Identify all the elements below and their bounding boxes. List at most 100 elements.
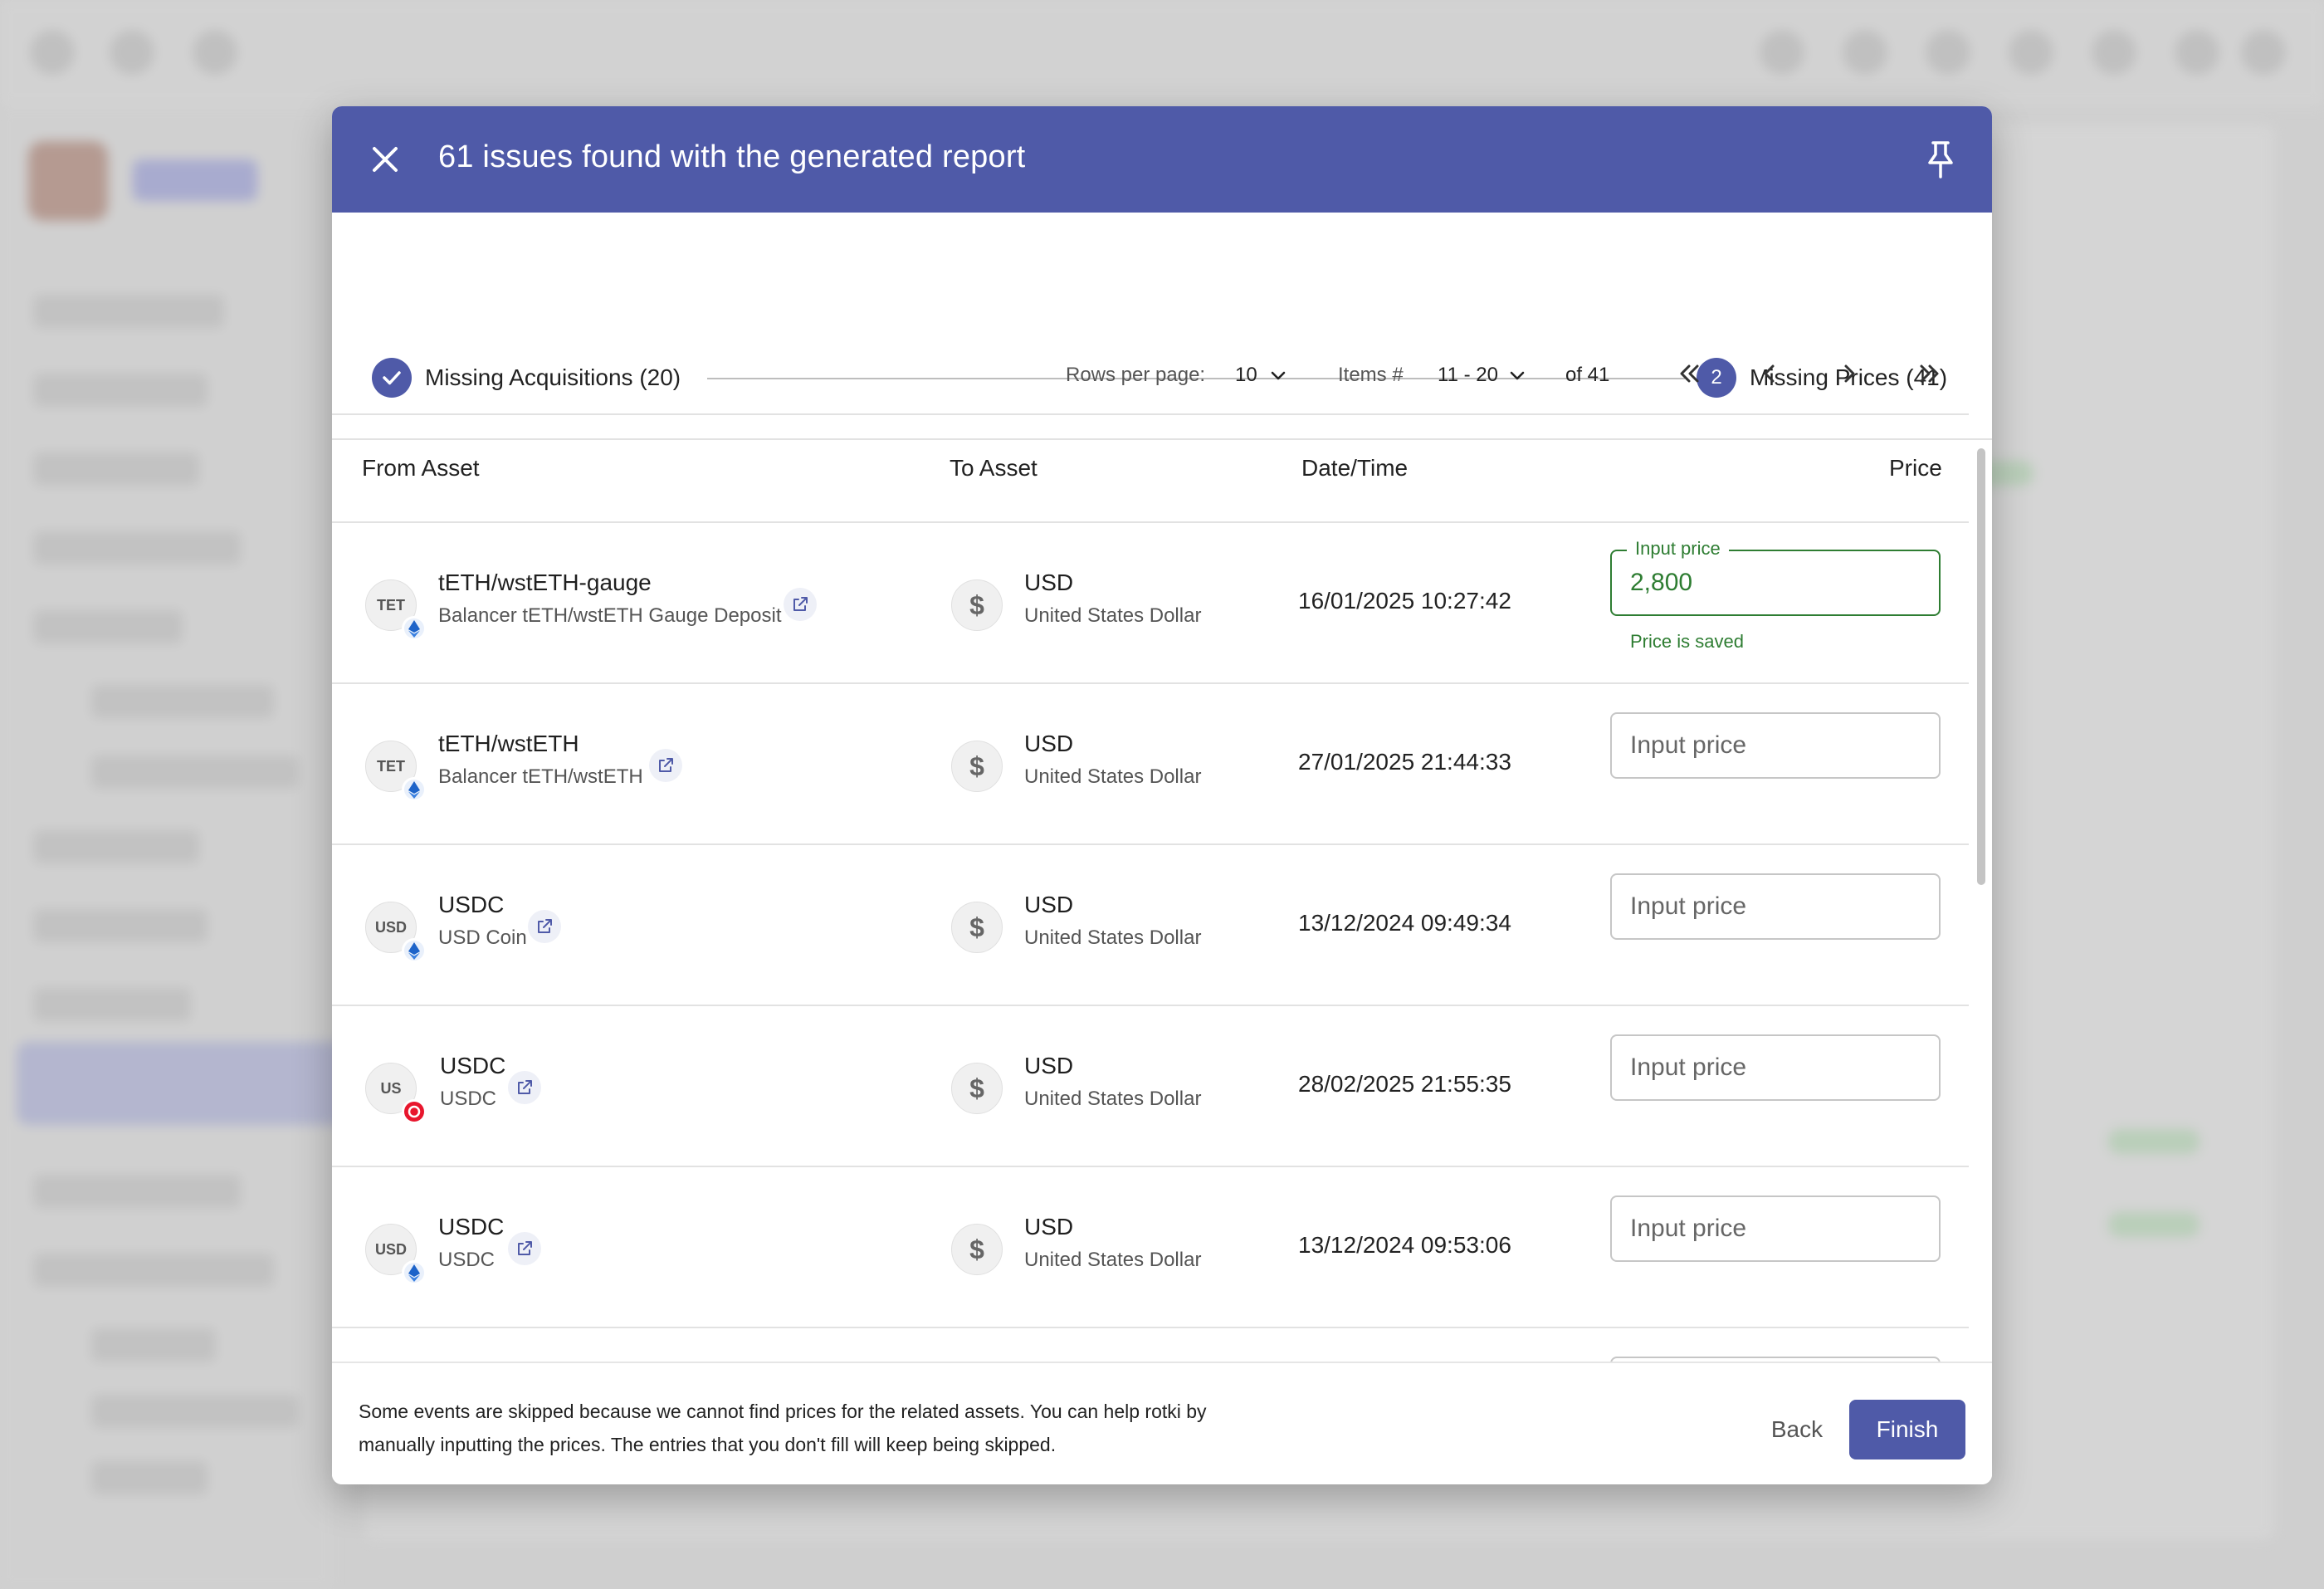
background-icon bbox=[110, 30, 154, 75]
background-badge bbox=[2108, 1129, 2200, 1154]
external-link-button[interactable] bbox=[528, 910, 561, 943]
table-row: USD USDC USDC $ USD United States Dollar… bbox=[332, 1167, 1969, 1328]
pin-button[interactable] bbox=[1917, 136, 1964, 183]
external-link-icon bbox=[518, 1241, 532, 1255]
external-link-button[interactable] bbox=[649, 749, 682, 782]
to-asset-symbol: USD bbox=[1024, 1053, 1074, 1078]
to-asset-symbol: USD bbox=[1024, 892, 1074, 917]
background-topbar bbox=[0, 0, 2324, 106]
finish-button[interactable]: Finish bbox=[1849, 1400, 1965, 1459]
column-header-from-asset[interactable]: From Asset bbox=[362, 455, 480, 482]
background-sidebar-item bbox=[91, 1395, 299, 1428]
external-link-icon bbox=[659, 758, 673, 772]
background-sidebar-item bbox=[33, 295, 224, 328]
table-header: From Asset To Asset Date/Time Price bbox=[332, 415, 1969, 523]
chevron-right-icon bbox=[1844, 364, 1855, 383]
last-page-button[interactable] bbox=[1906, 350, 1952, 397]
price-input[interactable] bbox=[1610, 550, 1941, 616]
dollar-icon: $ bbox=[951, 579, 1003, 631]
background-logo bbox=[28, 141, 108, 221]
column-header-datetime[interactable]: Date/Time bbox=[1301, 455, 1408, 482]
background-sidebar-item bbox=[33, 830, 199, 863]
chain-badge bbox=[402, 777, 427, 802]
background-icon bbox=[2009, 30, 2053, 75]
close-icon bbox=[373, 147, 398, 172]
table-body: TET tETH/wstETH-gauge Balancer tETH/wstE… bbox=[332, 523, 1969, 1362]
table-row: TET tETH/wstETH-gauge Balancer tETH/wstE… bbox=[332, 523, 1969, 684]
background-icon bbox=[2175, 30, 2219, 75]
chevron-left-icon bbox=[1764, 364, 1775, 383]
to-asset-name: United States Dollar bbox=[1024, 765, 1202, 788]
external-link-button[interactable] bbox=[508, 1232, 541, 1265]
from-asset-name: USDC bbox=[438, 1249, 496, 1271]
event-datetime: 27/01/2025 21:44:33 bbox=[1298, 749, 1511, 775]
dialog-title: 61 issues found with the generated repor… bbox=[438, 139, 1026, 174]
background-sidebar-item bbox=[33, 452, 199, 486]
dollar-icon: $ bbox=[951, 902, 1003, 953]
ethereum-chain-icon bbox=[404, 618, 424, 638]
background-sidebar-item bbox=[91, 685, 274, 718]
scrollbar[interactable] bbox=[1977, 340, 1987, 1469]
items-range-select[interactable]: 11 - 20 bbox=[1438, 355, 1537, 394]
chain-badge bbox=[402, 1099, 427, 1124]
chain-badge bbox=[402, 1260, 427, 1285]
back-button[interactable]: Back bbox=[1756, 1400, 1838, 1459]
items-label: Items # bbox=[1338, 364, 1404, 386]
close-button[interactable] bbox=[364, 138, 407, 181]
to-asset-name: United States Dollar bbox=[1024, 1249, 1202, 1271]
rows-per-page-select[interactable]: 10 bbox=[1235, 355, 1301, 394]
price-input[interactable] bbox=[1610, 1034, 1941, 1101]
price-input[interactable] bbox=[1610, 1195, 1941, 1262]
from-asset-symbol: USDC bbox=[438, 892, 505, 917]
external-link-icon bbox=[793, 597, 808, 611]
background-icon bbox=[1760, 30, 1804, 75]
chain-badge bbox=[402, 616, 427, 641]
column-header-to-asset[interactable]: To Asset bbox=[950, 455, 1038, 482]
background-sidebar-item bbox=[91, 755, 299, 789]
items-range-value: 11 - 20 bbox=[1438, 364, 1498, 386]
table-row bbox=[332, 1328, 1969, 1362]
background-sidebar-item bbox=[33, 374, 208, 407]
event-datetime: 28/02/2025 21:55:35 bbox=[1298, 1071, 1511, 1097]
event-datetime: 16/01/2025 10:27:42 bbox=[1298, 588, 1511, 614]
from-asset-name: USDC bbox=[440, 1088, 497, 1110]
dialog-header: 61 issues found with the generated repor… bbox=[332, 106, 1992, 213]
background-icon bbox=[2241, 30, 2286, 75]
previous-page-button[interactable] bbox=[1746, 350, 1793, 397]
background-sidebar-item bbox=[91, 1461, 208, 1494]
background-icon bbox=[2092, 30, 2136, 75]
skipped-events-message: Some events are skipped because we canno… bbox=[359, 1401, 1207, 1455]
rows-per-page-label: Rows per page: bbox=[1066, 364, 1206, 386]
to-asset-symbol: USD bbox=[1024, 570, 1074, 595]
table-row: TET tETH/wstETH Balancer tETH/wstETH $ U… bbox=[332, 684, 1969, 845]
external-link-button[interactable] bbox=[508, 1071, 541, 1104]
price-input[interactable] bbox=[1610, 712, 1941, 779]
dollar-icon: $ bbox=[951, 1063, 1003, 1114]
column-header-price[interactable]: Price bbox=[1889, 455, 1942, 482]
background-sidebar-item bbox=[33, 909, 208, 942]
scrollbar-thumb[interactable] bbox=[1977, 448, 1985, 885]
background-badge bbox=[2108, 1212, 2200, 1237]
background-icon bbox=[1843, 30, 1887, 75]
ethereum-chain-icon bbox=[404, 941, 424, 961]
background-logo-text bbox=[133, 159, 257, 201]
background-sidebar-item bbox=[33, 988, 191, 1021]
from-asset-name: Balancer tETH/wstETH bbox=[438, 765, 643, 788]
background-sidebar-item bbox=[33, 610, 183, 643]
rows-per-page-value: 10 bbox=[1235, 364, 1257, 386]
external-link-button[interactable] bbox=[784, 588, 817, 621]
to-asset-symbol: USD bbox=[1024, 1214, 1074, 1239]
chain-badge bbox=[402, 938, 427, 963]
background-sidebar-item bbox=[33, 1254, 274, 1287]
items-total: of 41 bbox=[1565, 364, 1610, 386]
price-input[interactable] bbox=[1610, 873, 1941, 940]
from-asset-symbol: USDC bbox=[438, 1214, 505, 1239]
event-datetime: 13/12/2024 09:53:06 bbox=[1298, 1232, 1511, 1258]
next-page-button[interactable] bbox=[1826, 350, 1872, 397]
from-asset-name: Balancer tETH/wstETH Gauge Deposit bbox=[438, 604, 782, 627]
to-asset-name: United States Dollar bbox=[1024, 1088, 1202, 1110]
dialog-footer: Some events are skipped because we canno… bbox=[332, 1362, 1992, 1484]
first-page-button[interactable] bbox=[1667, 350, 1713, 397]
table-row: USD USDC USD Coin $ USD United States Do… bbox=[332, 845, 1969, 1006]
from-asset-symbol: tETH/wstETH bbox=[438, 731, 579, 756]
